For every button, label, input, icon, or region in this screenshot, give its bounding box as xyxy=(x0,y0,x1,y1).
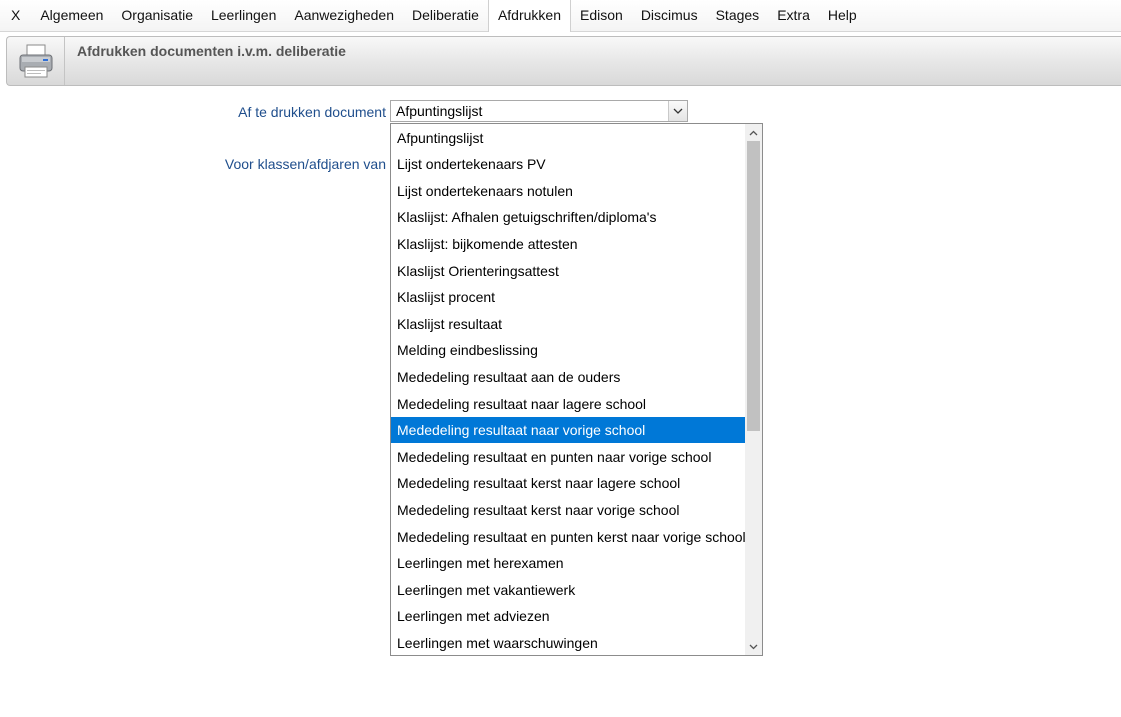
menu-leerlingen[interactable]: Leerlingen xyxy=(202,0,285,31)
dropdown-option[interactable]: Klaslijst Orienteringsattest xyxy=(391,258,745,284)
dropdown-option[interactable]: Mededeling resultaat kerst naar vorige s… xyxy=(391,497,745,523)
menu-close[interactable]: X xyxy=(0,0,31,31)
menu-deliberatie[interactable]: Deliberatie xyxy=(403,0,488,31)
document-label: Af te drukken document xyxy=(238,104,386,120)
menu-afdrukken[interactable]: Afdrukken xyxy=(487,0,571,32)
dropdown-option[interactable]: Klaslijst: bijkomende attesten xyxy=(391,231,745,257)
menu-discimus[interactable]: Discimus xyxy=(632,0,707,31)
menu-algemeen[interactable]: Algemeen xyxy=(31,0,112,31)
scroll-down-icon[interactable] xyxy=(745,638,762,655)
document-select-value: Afpuntingslijst xyxy=(396,103,483,119)
dropdown-scrollbar[interactable] xyxy=(745,124,762,655)
menu-stages[interactable]: Stages xyxy=(707,0,769,31)
page-title: Afdrukken documenten i.v.m. deliberatie xyxy=(77,43,346,59)
menu-edison[interactable]: Edison xyxy=(571,0,632,31)
page-header: Afdrukken documenten i.v.m. deliberatie xyxy=(6,36,1121,86)
dropdown-option[interactable]: Lijst ondertekenaars notulen xyxy=(391,178,745,204)
dropdown-option[interactable]: Mededeling resultaat en punten naar vori… xyxy=(391,444,745,470)
dropdown-option[interactable]: Mededeling resultaat en punten kerst naa… xyxy=(391,524,746,550)
dropdown-option[interactable]: Mededeling resultaat aan de ouders xyxy=(391,364,745,390)
menu-bar: X Algemeen Organisatie Leerlingen Aanwez… xyxy=(0,0,1121,32)
document-dropdown-list[interactable]: Afpuntingslijst Lijst ondertekenaars PV Li… xyxy=(390,123,763,656)
dropdown-option[interactable]: Leerlingen met herexamen xyxy=(391,550,745,576)
dropdown-option[interactable]: Mededeling resultaat naar lagere school xyxy=(391,391,745,417)
classes-label: Voor klassen/afdjaren van xyxy=(224,156,386,172)
scrollbar-thumb[interactable] xyxy=(747,141,760,431)
dropdown-option[interactable]: Melding eindbeslissing xyxy=(391,337,745,363)
scroll-up-icon[interactable] xyxy=(745,124,762,141)
dropdown-option[interactable]: Leerlingen met waarschuwingen xyxy=(391,630,745,655)
chevron-down-icon[interactable] xyxy=(668,101,687,121)
dropdown-option[interactable]: Klaslijst resultaat xyxy=(391,311,745,337)
dropdown-option[interactable]: Leerlingen met vakantiewerk xyxy=(391,577,745,603)
dropdown-option[interactable]: Afpuntingslijst xyxy=(391,125,745,151)
dropdown-option[interactable]: Klaslijst procent xyxy=(391,284,745,310)
document-select[interactable]: Afpuntingslijst xyxy=(390,100,688,122)
menu-organisatie[interactable]: Organisatie xyxy=(112,0,202,31)
dropdown-option[interactable]: Mededeling resultaat naar vorige school xyxy=(391,417,745,444)
dropdown-option[interactable]: Leerlingen met adviezen xyxy=(391,603,745,629)
dropdown-option[interactable]: Klaslijst: Afhalen getuigschriften/diplo… xyxy=(391,204,745,230)
menu-help[interactable]: Help xyxy=(819,0,866,31)
header-icon-box xyxy=(7,37,65,85)
menu-extra[interactable]: Extra xyxy=(768,0,819,31)
dropdown-option[interactable]: Lijst ondertekenaars PV xyxy=(391,151,745,177)
dropdown-option[interactable]: Mededeling resultaat kerst naar lagere s… xyxy=(391,470,745,496)
printer-icon xyxy=(19,44,52,78)
menu-aanwezigheden[interactable]: Aanwezigheden xyxy=(285,0,403,31)
